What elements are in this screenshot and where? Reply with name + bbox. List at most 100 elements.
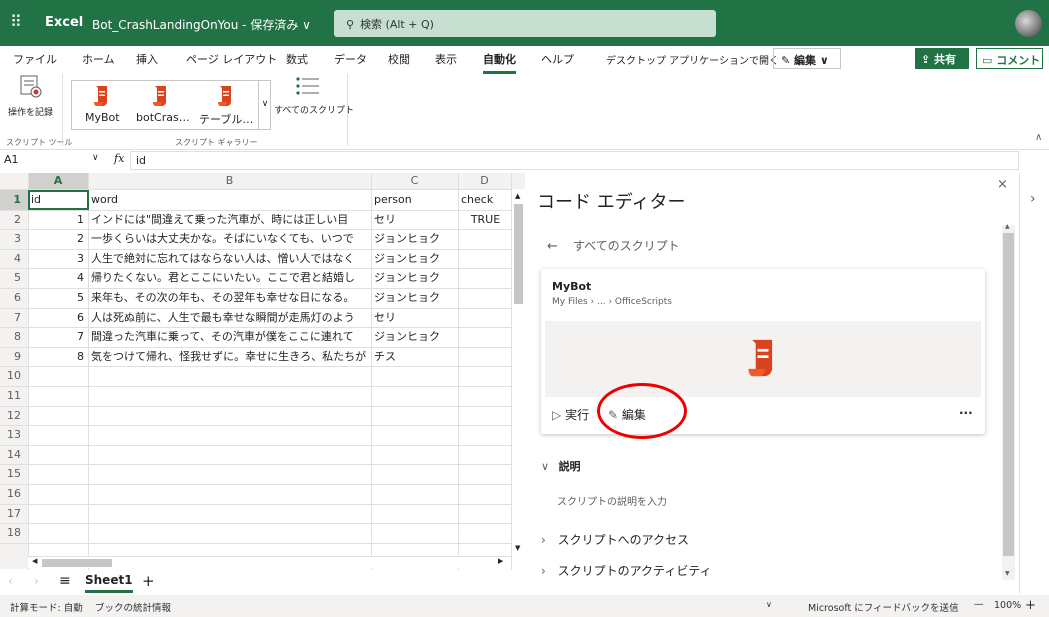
cell-person[interactable]: チス (372, 347, 457, 367)
cell-person[interactable]: ジョンヒョク (372, 288, 457, 308)
tab-review[interactable]: 校閲 (388, 51, 410, 67)
cell-person[interactable]: ジョンヒョク (372, 268, 457, 288)
cell-word[interactable]: インドには"間違えて乗った汽車が、時には正しい目 (89, 210, 370, 230)
avatar[interactable] (1015, 10, 1042, 37)
column-header-c[interactable]: C (371, 173, 458, 189)
status-dropdown-icon[interactable]: ∨ (766, 600, 772, 609)
add-sheet-button[interactable]: + (142, 572, 155, 590)
tab-insert[interactable]: 挿入 (136, 51, 158, 67)
cell-person[interactable]: ジョンヒョク (372, 327, 457, 347)
description-section-header[interactable]: ∨ 説明 (541, 458, 581, 474)
scroll-thumb[interactable] (42, 559, 112, 567)
grid-horizontal-scrollbar[interactable]: ◀ ▶ (28, 556, 511, 568)
run-button[interactable]: ▷ 実行 (552, 406, 589, 423)
cell-c1[interactable]: person (372, 190, 457, 210)
cell-a1[interactable]: id (29, 190, 87, 210)
open-desktop-app[interactable]: デスクトップ アプリケーションで開く (606, 52, 779, 67)
column-header-a[interactable]: A (28, 173, 88, 189)
cell-word[interactable]: 帰りたくない。君とここにいたい。ここで君と結婚し (89, 268, 370, 288)
cell-id[interactable]: 8 (29, 347, 87, 367)
cell-person[interactable]: セリ (372, 210, 457, 230)
column-header-b[interactable]: B (88, 173, 371, 189)
cell-id[interactable]: 3 (29, 249, 87, 269)
row-header[interactable]: 15 (0, 464, 28, 484)
script-path[interactable]: My Files › ... › OfficeScripts (552, 297, 672, 307)
row-header[interactable]: 4 (0, 249, 28, 269)
collapse-ribbon-icon[interactable]: ∧ (1035, 132, 1042, 143)
scroll-up-arrow-icon[interactable]: ▲ (515, 192, 520, 200)
tab-sheet1[interactable]: Sheet1 (85, 573, 133, 593)
scroll-left-arrow-icon[interactable]: ◀ (32, 557, 37, 565)
row-header[interactable]: 2 (0, 210, 28, 230)
zoom-level[interactable]: 100% (994, 600, 1021, 611)
cell-word[interactable]: 間違った汽車に乗って、その汽車が僕をここに連れて (89, 327, 370, 347)
gallery-item-mybot[interactable]: MyBot (75, 83, 129, 127)
script-activity-section[interactable]: › スクリプトのアクティビティ (541, 562, 712, 579)
document-title[interactable]: Bot_CrashLandingOnYou - 保存済み ∨ (92, 16, 311, 33)
cell-id[interactable]: 7 (29, 327, 87, 347)
cell-person[interactable]: セリ (372, 308, 457, 328)
tab-help[interactable]: ヘルプ (541, 51, 574, 67)
cell-check[interactable]: TRUE (459, 210, 510, 230)
editing-mode-button[interactable]: ✎ 編集 ∨ (773, 48, 841, 69)
record-actions-button[interactable]: 操作を記録 (6, 73, 56, 118)
row-header[interactable]: 14 (0, 445, 28, 465)
cell-person[interactable]: ジョンヒョク (372, 249, 457, 269)
tab-data[interactable]: データ (334, 51, 367, 67)
next-sheet-icon[interactable]: › (34, 574, 39, 588)
function-icon[interactable]: fx (114, 152, 124, 165)
scroll-up-arrow-icon[interactable]: ▲ (1005, 223, 1010, 230)
cell-word[interactable]: 来年も、その次の年も、その翌年も幸せな日になる。 (89, 288, 370, 308)
calc-mode[interactable]: 計算モード: 自動 (10, 600, 83, 614)
gallery-item-table[interactable]: テーブル… (197, 83, 253, 127)
row-header[interactable]: 6 (0, 288, 28, 308)
row-header[interactable]: 12 (0, 406, 28, 426)
row-header[interactable]: 11 (0, 386, 28, 406)
row-header[interactable]: 10 (0, 366, 28, 386)
tab-formulas[interactable]: 数式 (286, 51, 308, 67)
row-header[interactable]: 1 (0, 190, 28, 210)
app-launcher-icon[interactable]: ⠿ (10, 12, 23, 31)
cell-word[interactable]: 気をつけて帰れ、怪我せずに。幸せに生きろ、私たちが (89, 347, 370, 367)
close-icon[interactable]: × (997, 177, 1008, 192)
cell-id[interactable]: 5 (29, 288, 87, 308)
workbook-statistics[interactable]: ブックの統計情報 (95, 600, 171, 614)
row-header[interactable]: 16 (0, 484, 28, 504)
zoom-in-button[interactable]: + (1025, 598, 1036, 613)
gallery-item-botcras[interactable]: botCras… (134, 83, 190, 127)
cell-id[interactable]: 2 (29, 229, 87, 249)
comment-button[interactable]: ▭ コメント (976, 48, 1043, 69)
more-options-icon[interactable]: ··· (959, 406, 973, 420)
row-header[interactable]: 8 (0, 327, 28, 347)
row-header[interactable]: 17 (0, 504, 28, 524)
app-name[interactable]: Excel (45, 15, 83, 30)
chevron-right-icon[interactable]: › (1030, 191, 1036, 207)
name-box[interactable]: A1 (4, 153, 19, 166)
scroll-thumb[interactable] (514, 204, 523, 304)
cell-word[interactable]: 一歩くらいは大丈夫かな。そばにいなくても、いつで (89, 229, 370, 249)
cell-person[interactable]: ジョンヒョク (372, 229, 457, 249)
pane-scroll-thumb[interactable] (1003, 233, 1014, 556)
search-box[interactable]: ⚲ 検索 (Alt + Q) (334, 10, 716, 37)
all-sheets-menu-icon[interactable]: ≡ (59, 573, 71, 589)
row-header[interactable]: 5 (0, 268, 28, 288)
cell-id[interactable]: 4 (29, 268, 87, 288)
formula-input[interactable]: id (130, 151, 1019, 170)
row-header[interactable]: 7 (0, 308, 28, 328)
tab-page-layout[interactable]: ページ レイアウト (186, 51, 277, 67)
row-header[interactable]: 18 (0, 523, 28, 543)
scroll-down-arrow-icon[interactable]: ▼ (515, 544, 520, 552)
tab-home[interactable]: ホーム (82, 51, 115, 67)
name-box-dropdown-icon[interactable]: ∨ (92, 153, 99, 163)
cell-b1[interactable]: word (89, 190, 370, 210)
zoom-out-button[interactable]: — (974, 599, 984, 610)
cell-id[interactable]: 6 (29, 308, 87, 328)
tab-view[interactable]: 表示 (435, 51, 457, 67)
prev-sheet-icon[interactable]: ‹ (8, 574, 13, 588)
column-header-d[interactable]: D (458, 173, 511, 189)
spreadsheet-grid[interactable]: A B C D 1 2 3 4 5 6 7 8 9 10 11 12 13 14… (0, 173, 525, 570)
share-button[interactable]: ⇪ 共有 (915, 48, 969, 69)
description-input[interactable]: スクリプトの説明を入力 (557, 493, 667, 508)
all-scripts-button[interactable]: すべてのスクリプト (274, 74, 354, 118)
cell-id[interactable]: 1 (29, 210, 87, 230)
